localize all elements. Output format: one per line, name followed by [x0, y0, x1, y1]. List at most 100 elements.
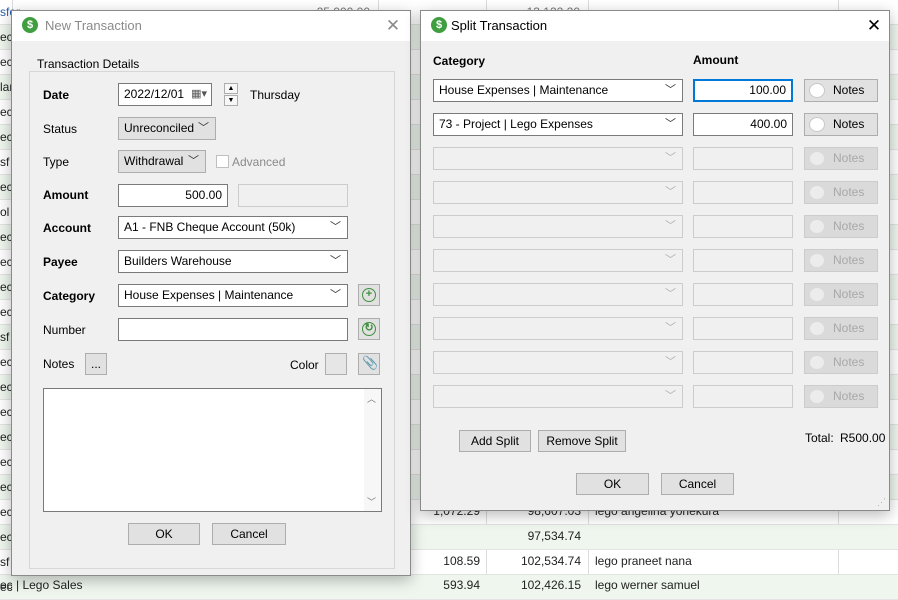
weekday-text: Thursday [250, 88, 301, 102]
category-label: Category [43, 289, 96, 303]
scroll-down-icon[interactable]: ﹀ [367, 495, 376, 508]
add-category-button[interactable]: + [358, 284, 380, 306]
account-dropdown[interactable]: A1 - FNB Cheque Account (50k) ﹀ [118, 216, 348, 239]
chevron-down-icon: ﹀ [665, 118, 676, 130]
split-category-value: House Expenses | Maintenance [439, 83, 609, 97]
split-amount-field[interactable]: 400.00 [693, 113, 793, 136]
toggle-knob-icon [809, 185, 825, 200]
chevron-down-icon: ﹀ [665, 390, 676, 402]
split-notes-toggle: Notes [804, 283, 878, 306]
split-amount-field[interactable]: 100.00 [693, 79, 793, 102]
amount-label: Amount [43, 188, 89, 202]
register-payee: lego werner samuel [595, 578, 700, 592]
toggle-knob-icon [809, 83, 825, 98]
title-bar: $ Split Transaction ✕ [421, 11, 889, 41]
date-value: 2022/12/01 [124, 87, 185, 101]
calendar-icon[interactable]: ▦▾ [191, 84, 207, 105]
advanced-label: Advanced [232, 155, 286, 169]
date-picker[interactable]: 2022/12/01 ▦▾ [118, 83, 212, 106]
split-notes-toggle: Notes [804, 147, 878, 170]
date-spin-down-icon[interactable]: ▼ [224, 95, 238, 106]
toggle-knob-icon [809, 321, 825, 336]
toggle-knob-icon [809, 253, 825, 268]
split-category-dropdown: ﹀ [433, 385, 683, 408]
number-label: Number [43, 323, 86, 337]
split-notes-label: Notes [833, 151, 865, 165]
chevron-down-icon: ﹀ [198, 122, 209, 134]
date-label: Date [43, 88, 70, 102]
cancel-button[interactable]: Cancel [661, 473, 734, 495]
split-notes-label: Notes [833, 389, 865, 403]
split-notes-label: Notes [833, 321, 865, 335]
split-amount-field [693, 351, 793, 374]
category-dropdown[interactable]: House Expenses | Maintenance ﹀ [118, 284, 348, 307]
split-category-dropdown[interactable]: House Expenses | Maintenance ﹀ [433, 79, 683, 102]
notes-scrollbar[interactable]: ︿ ﹀ [364, 389, 381, 511]
payee-dropdown[interactable]: Builders Warehouse ﹀ [118, 250, 348, 273]
category-value: House Expenses | Maintenance [124, 288, 294, 302]
chevron-down-icon: ﹀ [188, 155, 199, 167]
type-value: Withdrawal [124, 154, 184, 168]
split-notes-toggle[interactable]: Notes [804, 113, 878, 136]
toggle-knob-icon [809, 287, 825, 302]
remove-split-button[interactable]: Remove Split [538, 430, 626, 452]
split-category-dropdown[interactable]: 73 - Project | Lego Expenses ﹀ [433, 113, 683, 136]
split-category-dropdown: ﹀ [433, 351, 683, 374]
total-label: Total: [805, 431, 834, 445]
chevron-down-icon: ﹀ [330, 255, 341, 267]
color-picker[interactable] [325, 353, 347, 375]
notes-textarea[interactable]: ︿ ﹀ [43, 388, 382, 512]
color-label: Color [290, 358, 319, 372]
ok-button[interactable]: OK [128, 523, 200, 545]
close-icon[interactable]: ✕ [382, 15, 404, 37]
split-notes-label: Notes [833, 219, 865, 233]
register-payee: lego praneet nana [595, 554, 692, 568]
split-notes-label: Notes [833, 253, 865, 267]
split-notes-toggle: Notes [804, 249, 878, 272]
close-icon[interactable]: ✕ [863, 15, 885, 37]
split-category-dropdown: ﹀ [433, 215, 683, 238]
amount-field[interactable]: 500.00 [118, 184, 228, 207]
register-amount: 593.94 [443, 578, 480, 592]
split-transaction-window: $ Split Transaction ✕ Category Amount Ho… [420, 10, 890, 511]
refresh-number-button[interactable]: ↻ [358, 318, 380, 340]
split-notes-toggle: Notes [804, 385, 878, 408]
status-dropdown[interactable]: Unreconciled ﹀ [118, 117, 216, 140]
number-field[interactable] [118, 318, 348, 341]
advanced-checkbox[interactable] [216, 155, 229, 168]
split-notes-toggle: Notes [804, 317, 878, 340]
payee-label: Payee [43, 255, 78, 269]
split-notes-label: Notes [833, 117, 865, 131]
split-notes-toggle[interactable]: Notes [804, 79, 878, 102]
notes-label: Notes [43, 357, 75, 371]
add-split-button[interactable]: Add Split [459, 430, 531, 452]
toggle-knob-icon [809, 355, 825, 370]
refresh-icon: ↻ [362, 322, 376, 336]
split-amount-field [693, 147, 793, 170]
resize-grip-icon[interactable]: ⋰ [876, 497, 886, 507]
type-label: Type [43, 155, 70, 169]
cancel-button[interactable]: Cancel [212, 523, 286, 545]
ok-button[interactable]: OK [576, 473, 649, 495]
scroll-up-icon[interactable]: ︿ [367, 392, 376, 405]
split-amount-field [693, 249, 793, 272]
register-category: sf [0, 555, 10, 569]
category-column-header: Category [433, 54, 486, 68]
toggle-knob-icon [809, 117, 825, 132]
split-category-dropdown: ﹀ [433, 249, 683, 272]
type-dropdown[interactable]: Withdrawal ﹀ [118, 150, 206, 173]
attach-button[interactable]: 📎 [358, 353, 380, 375]
split-category-dropdown: ﹀ [433, 181, 683, 204]
group-title: Transaction Details [34, 57, 143, 71]
notes-more-button[interactable]: ... [85, 353, 107, 375]
new-transaction-window: $ New Transaction ✕ Transaction Details … [11, 10, 411, 576]
split-amount-field [693, 283, 793, 306]
split-amount-field [693, 215, 793, 238]
paperclip-icon: 📎 [362, 355, 379, 370]
split-notes-toggle: Notes [804, 215, 878, 238]
chevron-down-icon: ﹀ [665, 84, 676, 96]
date-spin-up-icon[interactable]: ▲ [224, 83, 238, 94]
chevron-down-icon: ﹀ [330, 289, 341, 301]
title-bar: $ New Transaction ✕ [12, 11, 410, 41]
chevron-down-icon: ﹀ [330, 221, 341, 233]
